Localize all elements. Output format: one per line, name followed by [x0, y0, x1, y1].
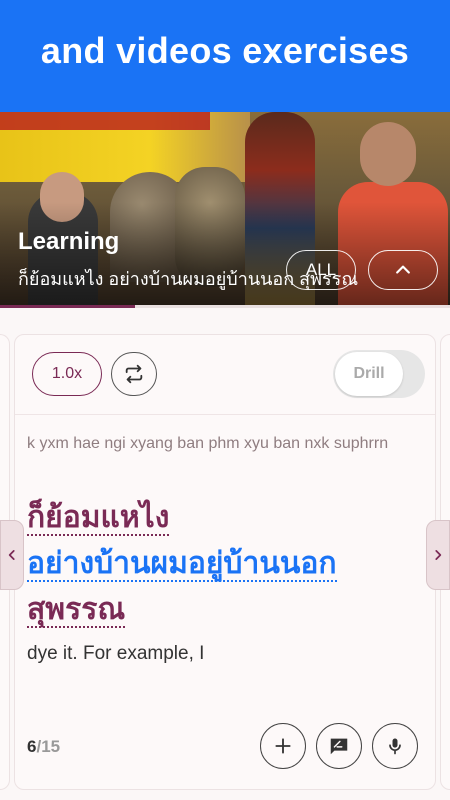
chevron-up-icon [396, 265, 410, 274]
add-button[interactable] [260, 723, 306, 769]
loop-button[interactable] [111, 352, 157, 396]
drill-label: Drill [335, 352, 403, 396]
translation: dye it. For example, I [27, 643, 205, 664]
video-decor [0, 112, 210, 130]
all-label: ALL [305, 260, 337, 279]
video-title: Learning [18, 228, 120, 255]
drill-toggle[interactable]: Drill [333, 350, 425, 398]
plus-icon [275, 738, 291, 754]
video-person-head [360, 122, 416, 186]
speed-button[interactable]: 1.0x [32, 352, 102, 396]
banner-title: and videos exercises [40, 30, 410, 71]
transliteration: k yxm hae ngi xyang ban phm xyu ban nxk … [27, 435, 389, 452]
repeat-icon [125, 364, 143, 384]
next-sentence-button[interactable] [426, 520, 450, 590]
mic-button[interactable] [372, 723, 418, 769]
video-progress-fill [0, 305, 135, 308]
chevron-right-icon [435, 550, 442, 560]
video-progress-track[interactable] [0, 305, 450, 308]
prev-sentence-button[interactable] [0, 520, 24, 590]
thai-word-highlighted[interactable]: อย่างบ้านผมอยู่บ้านนอก [27, 547, 337, 582]
video-player[interactable]: Learning ก็ย้อมแหไง อย่างบ้านผมอยู่บ้านน… [0, 112, 450, 306]
chevron-left-icon [8, 550, 15, 560]
feedback-button[interactable] [316, 723, 362, 769]
thai-sentence: ก็ย้อมแหไง อย่างบ้านผมอยู่บ้านนอก สุพรรณ [27, 495, 427, 633]
collapse-button[interactable] [368, 250, 438, 290]
thai-word[interactable]: สุพรรณ [27, 593, 126, 628]
mic-icon [389, 738, 401, 755]
sentence-card: 1.0x Drill k yxm hae ngi xyang ban phm x… [14, 334, 436, 790]
thai-word[interactable]: ก็ย้อมแหไง [27, 501, 170, 536]
all-button[interactable]: ALL [286, 250, 356, 290]
counter-total: /15 [36, 737, 61, 756]
card-controls: 1.0x Drill [15, 335, 435, 415]
sentence-counter: 6/15 [27, 737, 60, 757]
speed-label: 1.0x [51, 365, 83, 382]
feedback-icon [330, 738, 348, 755]
